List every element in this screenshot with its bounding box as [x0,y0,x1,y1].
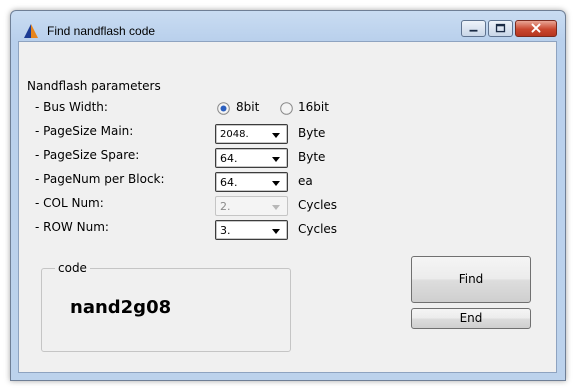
close-icon [531,23,541,33]
minimize-button[interactable] [461,20,486,37]
col-num-value: 2. [220,200,231,213]
minimize-icon [469,29,478,32]
pagesize-main-label: - PageSize Main: [35,124,134,138]
find-button[interactable]: Find [411,256,531,303]
end-button[interactable]: End [411,308,531,329]
col-num-label: - COL Num: [35,196,104,210]
col-num-unit: Cycles [298,198,338,212]
pagenum-per-block-label: - PageNum per Block: [35,172,165,186]
end-button-label: End [459,311,483,325]
find-button-label: Find [458,272,484,286]
row-num-unit: Cycles [298,222,338,236]
code-value: nand2g08 [70,297,172,318]
maximize-button[interactable] [488,20,513,37]
radio-8bit-label[interactable]: 8bit [236,100,259,114]
pagesize-spare-unit: Byte [298,150,326,164]
pagesize-spare-value: 64. [220,152,238,165]
row-num-select[interactable]: 3. [215,220,288,240]
col-num-select: 2. [215,196,288,216]
close-button[interactable] [515,20,557,37]
window-title: Find nandflash code [47,24,156,38]
radio-8bit[interactable] [217,102,230,115]
chevron-down-icon [272,133,280,138]
app-icon [24,24,38,38]
pagesize-main-unit: Byte [298,126,326,140]
pagesize-main-select[interactable]: 2048. [215,124,288,144]
title-bar[interactable]: Find nandflash code [11,11,565,43]
row-num-label: - ROW Num: [35,220,109,234]
pagesize-spare-select[interactable]: 64. [215,148,288,168]
pagenum-per-block-value: 64. [220,176,238,189]
radio-16bit[interactable] [280,102,293,115]
chevron-down-icon [272,181,280,186]
bus-width-label: - Bus Width: [35,100,108,114]
pagesize-main-value: 2048. [220,129,249,140]
radio-16bit-label[interactable]: 16bit [298,100,329,114]
params-heading: Nandflash parameters [27,79,161,93]
pagenum-per-block-select[interactable]: 64. [215,172,288,192]
chevron-down-icon [272,229,280,234]
pagenum-per-block-unit: ea [298,174,313,188]
maximize-icon [495,23,506,33]
pagesize-spare-label: - PageSize Spare: [35,148,140,162]
chevron-down-icon [272,157,280,162]
chevron-down-icon [272,205,280,210]
code-group-label: code [55,261,90,275]
caption-buttons [459,20,557,37]
row-num-value: 3. [220,224,231,237]
